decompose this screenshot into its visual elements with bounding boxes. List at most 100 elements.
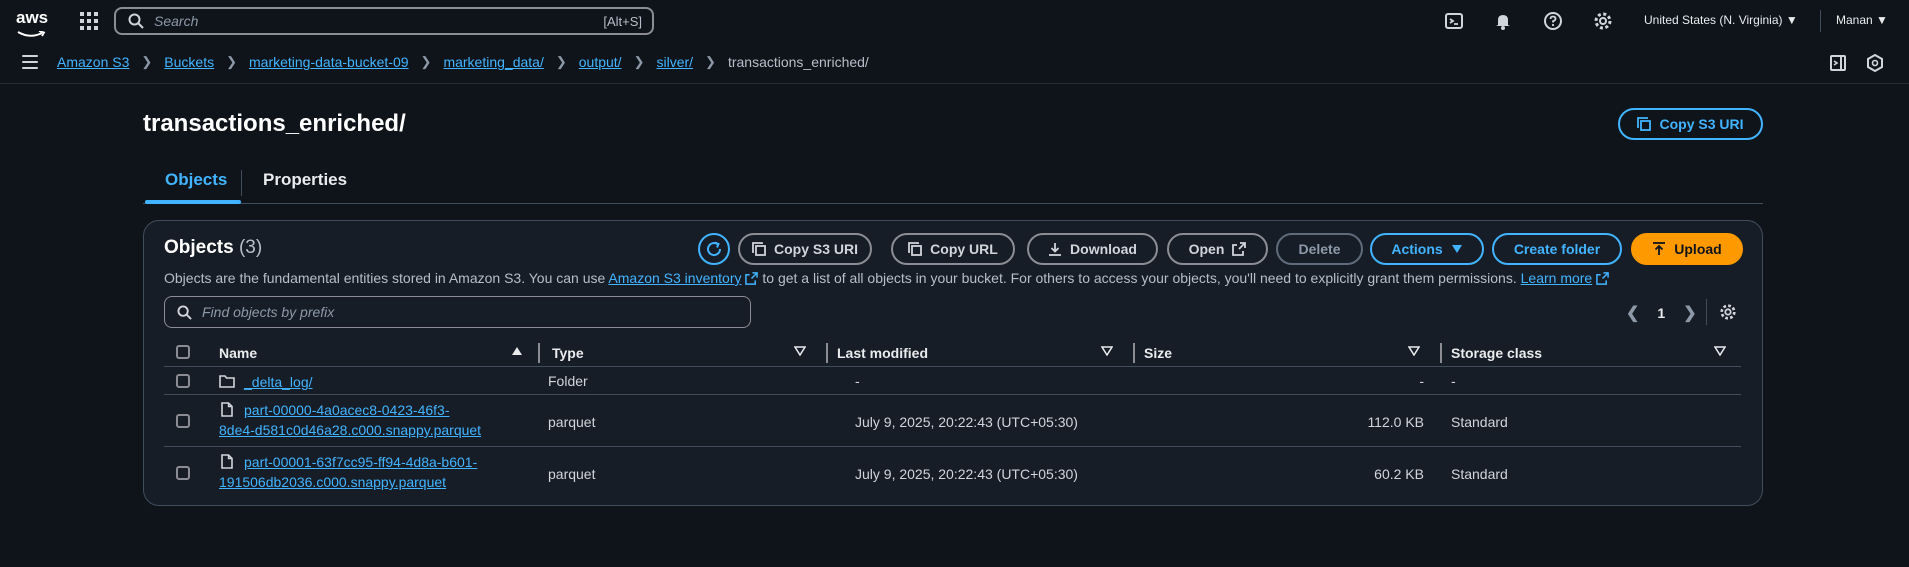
column-resizer[interactable] xyxy=(538,343,540,363)
open-button[interactable]: Open xyxy=(1167,233,1268,265)
object-type: parquet xyxy=(548,466,596,482)
column-resizer[interactable] xyxy=(1133,343,1135,363)
prev-page-icon[interactable]: ❮ xyxy=(1626,303,1639,323)
column-header-type[interactable]: Type xyxy=(552,345,584,361)
sort-icon[interactable] xyxy=(794,346,806,356)
breadcrumb: Amazon S3 ❯ Buckets ❯ marketing-data-bucke… xyxy=(57,54,869,70)
account-menu[interactable]: Manan ▼ xyxy=(1836,13,1888,27)
hamburger-menu-icon[interactable] xyxy=(22,55,38,69)
external-link-icon xyxy=(1232,242,1247,256)
download-label: Download xyxy=(1070,241,1137,257)
filter-placeholder: Find objects by prefix xyxy=(202,304,335,320)
copy-icon xyxy=(1637,117,1652,131)
column-header-size[interactable]: Size xyxy=(1144,345,1172,361)
breadcrumb-marketing-data[interactable]: marketing_data/ xyxy=(443,54,543,70)
external-link-icon xyxy=(1596,272,1610,285)
info-panel-icon[interactable] xyxy=(1829,54,1847,72)
upload-button[interactable]: Upload xyxy=(1631,233,1743,265)
breadcrumb-amazon-s3[interactable]: Amazon S3 xyxy=(57,54,129,70)
cloudshell-icon[interactable] xyxy=(1444,11,1464,31)
settings-gear-icon[interactable] xyxy=(1593,11,1613,31)
learn-more-link[interactable]: Learn more xyxy=(1521,270,1610,286)
next-page-icon[interactable]: ❯ xyxy=(1683,303,1696,323)
column-header-storage-class[interactable]: Storage class xyxy=(1451,345,1542,361)
table-row[interactable]: part-00000-4a0acec8-0423-46f3- 8de4-d581… xyxy=(164,396,1741,447)
copy-icon xyxy=(908,242,923,256)
copy-url-button[interactable]: Copy URL xyxy=(891,233,1015,265)
global-search-input[interactable]: Search [Alt+S] xyxy=(114,7,654,35)
tab-divider xyxy=(241,170,242,196)
page-title: transactions_enriched/ xyxy=(143,110,406,137)
delete-label: Delete xyxy=(1298,241,1341,257)
security-hub-icon[interactable] xyxy=(1866,54,1884,72)
column-resizer[interactable] xyxy=(1440,343,1442,363)
folder-icon xyxy=(219,375,235,388)
copy-icon xyxy=(752,242,766,256)
sort-icon[interactable] xyxy=(1714,346,1726,356)
header-copy-s3-uri-button[interactable]: Copy S3 URI xyxy=(1618,108,1763,140)
find-objects-input[interactable]: Find objects by prefix xyxy=(164,296,751,328)
download-button[interactable]: Download xyxy=(1027,233,1158,265)
sort-icon[interactable] xyxy=(1101,346,1113,356)
row-checkbox[interactable] xyxy=(176,466,190,480)
upload-icon xyxy=(1653,242,1666,255)
actions-dropdown-button[interactable]: Actions xyxy=(1370,233,1484,265)
copy-s3-uri-label: Copy S3 URI xyxy=(773,241,858,257)
object-name-link[interactable]: _delta_log/ xyxy=(244,372,313,392)
open-label: Open xyxy=(1188,241,1225,257)
object-storage-class: Standard xyxy=(1451,414,1508,430)
object-size: 112.0 KB xyxy=(1367,414,1424,430)
notifications-bell-icon[interactable] xyxy=(1493,11,1513,31)
delete-button[interactable]: Delete xyxy=(1276,233,1363,265)
tab-properties[interactable]: Properties xyxy=(263,170,347,190)
row-checkbox[interactable] xyxy=(176,374,190,388)
objects-title-text: Objects xyxy=(164,237,234,258)
breadcrumb-silver[interactable]: silver/ xyxy=(656,54,693,70)
column-header-last-modified[interactable]: Last modified xyxy=(837,345,928,361)
region-selector[interactable]: United States (N. Virginia) ▼ xyxy=(1644,13,1798,27)
object-name-link-continued[interactable]: 191506db2036.c000.snappy.parquet xyxy=(219,472,446,492)
table-row[interactable]: part-00001-63f7cc95-ff94-4d8a-b601- 1915… xyxy=(164,448,1741,498)
object-type: Folder xyxy=(548,373,588,389)
table-preferences-gear-icon[interactable] xyxy=(1719,303,1737,321)
create-folder-button[interactable]: Create folder xyxy=(1492,233,1622,265)
s3-inventory-link[interactable]: Amazon S3 inventory xyxy=(608,270,759,286)
breadcrumb-bucket[interactable]: marketing-data-bucket-09 xyxy=(249,54,409,70)
current-page-number[interactable]: 1 xyxy=(1657,305,1665,321)
copy-url-label: Copy URL xyxy=(930,241,998,257)
object-storage-class: - xyxy=(1451,373,1456,389)
breadcrumb-output[interactable]: output/ xyxy=(579,54,622,70)
object-last-modified: July 9, 2025, 20:22:43 (UTC+05:30) xyxy=(855,414,1078,430)
refresh-button[interactable] xyxy=(698,233,730,265)
copy-s3-uri-button[interactable]: Copy S3 URI xyxy=(738,233,872,265)
pager-divider xyxy=(1706,299,1707,325)
chevron-right-icon: ❯ xyxy=(141,54,153,69)
objects-panel-title: Objects (3) xyxy=(164,237,262,259)
file-icon xyxy=(221,454,233,469)
object-name-link[interactable]: part-00001-63f7cc95-ff94-4d8a-b601- xyxy=(244,452,477,472)
sort-ascending-icon[interactable] xyxy=(511,346,523,356)
upload-label: Upload xyxy=(1674,241,1722,257)
objects-description: Objects are the fundamental entities sto… xyxy=(164,270,1610,286)
file-icon xyxy=(221,402,233,417)
top-navigation: aws Search [Alt+S] United States (N. Vir… xyxy=(0,0,1909,42)
object-name-link[interactable]: part-00000-4a0acec8-0423-46f3- xyxy=(244,400,449,420)
sort-icon[interactable] xyxy=(1408,346,1420,356)
services-grid-icon[interactable] xyxy=(80,12,98,30)
select-all-checkbox[interactable] xyxy=(176,345,190,359)
breadcrumb-buckets[interactable]: Buckets xyxy=(164,54,214,70)
description-text: Objects are the fundamental entities sto… xyxy=(164,270,606,286)
column-resizer[interactable] xyxy=(826,343,828,363)
help-icon[interactable] xyxy=(1543,11,1563,31)
object-size: - xyxy=(1419,373,1424,389)
aws-logo[interactable]: aws xyxy=(16,9,48,37)
table-row[interactable]: _delta_log/ Folder - - - xyxy=(164,368,1741,395)
object-name-link-continued[interactable]: 8de4-d581c0d46a28.c000.snappy.parquet xyxy=(219,420,481,440)
actions-label: Actions xyxy=(1391,241,1443,257)
tab-bar: Objects Properties xyxy=(143,166,1763,204)
tab-objects[interactable]: Objects xyxy=(165,170,227,190)
object-type: parquet xyxy=(548,414,596,430)
row-checkbox[interactable] xyxy=(176,414,190,428)
column-header-name[interactable]: Name xyxy=(219,345,257,361)
nav-divider xyxy=(1820,10,1821,32)
